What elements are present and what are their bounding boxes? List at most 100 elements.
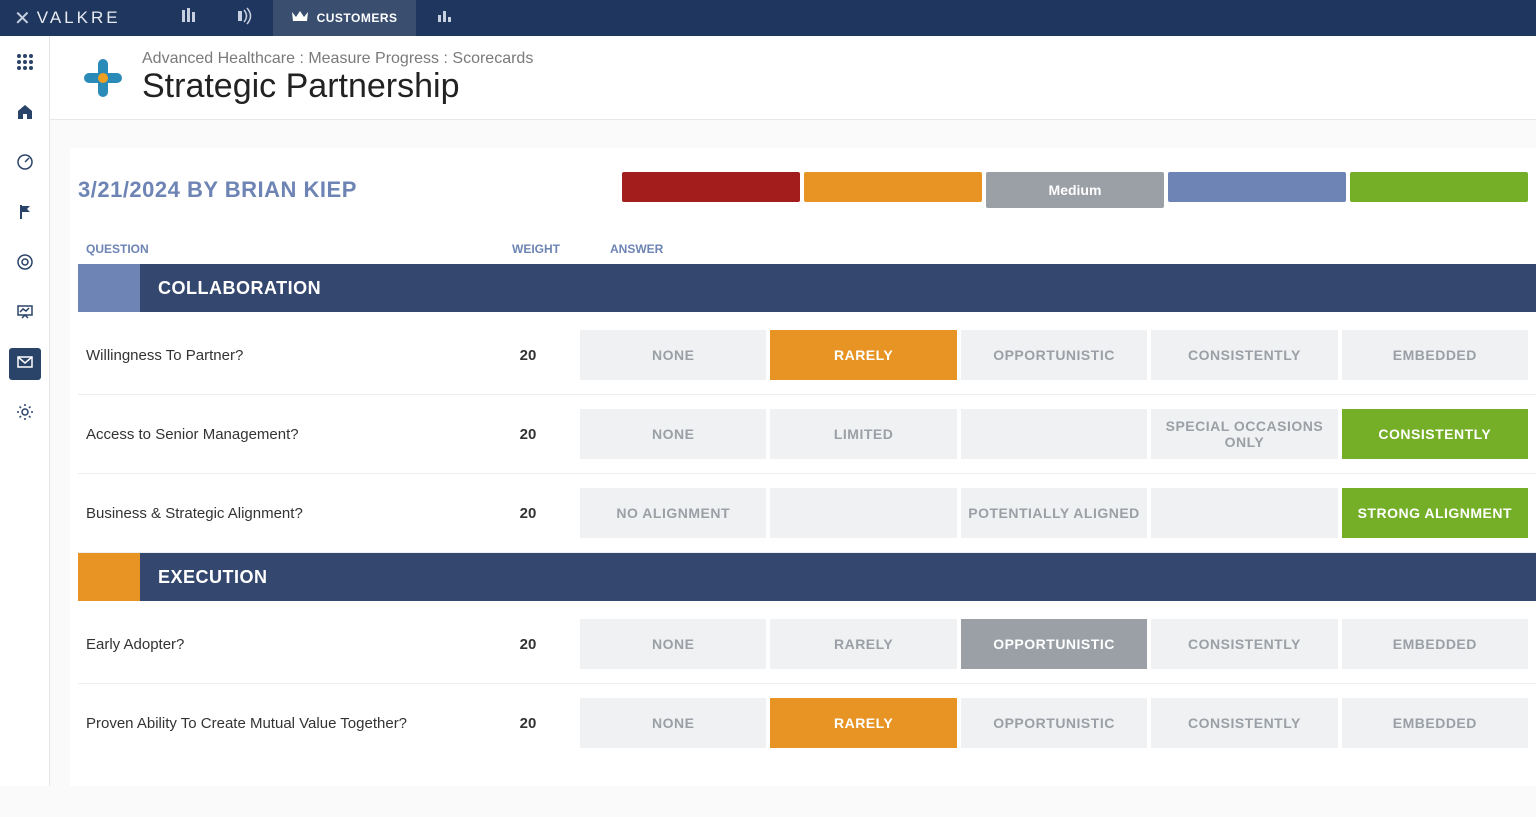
answer-option[interactable]: LIMITED: [770, 409, 956, 459]
answer-option[interactable]: OPPORTUNISTIC: [961, 698, 1147, 748]
brand-logo[interactable]: ✕ VALKRE: [14, 6, 121, 31]
section-title: EXECUTION: [140, 553, 1536, 601]
answer-option[interactable]: [770, 488, 956, 538]
nav-tab-customers[interactable]: CUSTOMERS: [273, 0, 416, 36]
gauge-icon: [16, 153, 34, 176]
answer-option[interactable]: CONSISTENTLY: [1151, 330, 1337, 380]
question-text: Business & Strategic Alignment?: [78, 505, 488, 522]
answer-option[interactable]: [1151, 488, 1337, 538]
top-nav: ✕ VALKRE CUSTOMERS: [0, 0, 1536, 36]
answer-group: NO ALIGNMENT POTENTIALLY ALIGNED STRONG AL…: [568, 488, 1536, 538]
rail-settings[interactable]: [9, 398, 41, 430]
answer-option[interactable]: EMBEDDED: [1342, 698, 1528, 748]
scale-level[interactable]: [1350, 172, 1528, 202]
answer-option[interactable]: RARELY: [770, 619, 956, 669]
rail-presentation[interactable]: [9, 298, 41, 330]
scale-level[interactable]: [622, 172, 800, 202]
scale-level[interactable]: Medium: [986, 172, 1164, 208]
answer-option[interactable]: CONSISTENTLY: [1151, 698, 1337, 748]
question-row: Business & Strategic Alignment?20NO ALIG…: [78, 474, 1536, 553]
scorecard-card: 3/21/2024 BY BRIAN KIEP Medium QUESTION …: [70, 148, 1536, 786]
section-accent: [78, 264, 140, 312]
col-weight: WEIGHT: [496, 242, 576, 256]
answer-option[interactable]: NONE: [580, 409, 766, 459]
answer-group: NONELIMITED SPECIAL OCCASIONS ONLYCONSIST…: [568, 409, 1536, 459]
answer-option[interactable]: NONE: [580, 619, 766, 669]
answer-group: NONERARELYOPPORTUNISTICCONSISTENTLYEMBED…: [568, 619, 1536, 669]
question-weight: 20: [488, 505, 568, 522]
question-text: Willingness To Partner?: [78, 347, 488, 364]
scale-level[interactable]: [804, 172, 982, 202]
question-weight: 20: [488, 426, 568, 443]
answer-option[interactable]: EMBEDDED: [1342, 330, 1528, 380]
home-icon: [16, 103, 34, 126]
rail-apps[interactable]: [9, 48, 41, 80]
brand-name: VALKRE: [37, 8, 121, 28]
question-row: Early Adopter?20NONERARELYOPPORTUNISTICC…: [78, 605, 1536, 684]
nav-icon-org[interactable]: [161, 0, 217, 36]
question-row: Willingness To Partner?20NONERARELYOPPOR…: [78, 316, 1536, 395]
section-header: EXECUTION: [78, 553, 1536, 601]
building-icon: [180, 7, 198, 30]
answer-group: NONERARELYOPPORTUNISTICCONSISTENTLYEMBED…: [568, 698, 1536, 748]
presentation-icon: [16, 303, 34, 326]
answer-option[interactable]: CONSISTENTLY: [1342, 409, 1528, 459]
crumb-0[interactable]: Advanced Healthcare: [142, 50, 295, 67]
section-accent: [78, 553, 140, 601]
answer-option[interactable]: CONSISTENTLY: [1151, 619, 1337, 669]
answer-option[interactable]: RARELY: [770, 330, 956, 380]
crumb-1[interactable]: Measure Progress: [308, 50, 439, 67]
broadcast-icon: [236, 7, 254, 30]
answer-option[interactable]: NONE: [580, 698, 766, 748]
answer-option[interactable]: SPECIAL OCCASIONS ONLY: [1151, 409, 1337, 459]
page-title: Strategic Partnership: [142, 68, 533, 105]
rail-scorecard[interactable]: [9, 348, 41, 380]
col-answer: ANSWER: [576, 242, 663, 256]
nav-icon-broadcast[interactable]: [217, 0, 273, 36]
page-header: Advanced Healthcare : Measure Progress :…: [50, 36, 1536, 120]
question-weight: 20: [488, 347, 568, 364]
col-question: QUESTION: [86, 242, 496, 256]
scorecard-body: COLLABORATIONWillingness To Partner?20NO…: [78, 264, 1536, 762]
answer-option[interactable]: RARELY: [770, 698, 956, 748]
question-text: Proven Ability To Create Mutual Value To…: [78, 715, 488, 732]
column-headers: QUESTION WEIGHT ANSWER: [78, 238, 1536, 264]
bar-chart-icon: [435, 7, 453, 30]
crown-icon: [291, 9, 309, 28]
section-title: COLLABORATION: [140, 264, 1536, 312]
answer-option[interactable]: [961, 409, 1147, 459]
logo-mark-icon: ✕: [14, 6, 31, 31]
customer-logo: [80, 55, 126, 101]
answer-option[interactable]: STRONG ALIGNMENT: [1342, 488, 1528, 538]
question-row: Access to Senior Management?20NONELIMITE…: [78, 395, 1536, 474]
rail-home[interactable]: [9, 98, 41, 130]
question-text: Early Adopter?: [78, 636, 488, 653]
side-rail: [0, 36, 50, 786]
grid-icon: [16, 53, 34, 76]
flag-icon: [16, 203, 34, 226]
answer-option[interactable]: OPPORTUNISTIC: [961, 619, 1147, 669]
question-weight: 20: [488, 636, 568, 653]
question-text: Access to Senior Management?: [78, 426, 488, 443]
rail-target[interactable]: [9, 248, 41, 280]
target-icon: [16, 253, 34, 276]
answer-option[interactable]: NO ALIGNMENT: [580, 488, 766, 538]
rail-flag[interactable]: [9, 198, 41, 230]
byline: 3/21/2024 BY BRIAN KIEP: [78, 177, 357, 203]
section-header: COLLABORATION: [78, 264, 1536, 312]
crumb-2[interactable]: Scorecards: [452, 50, 533, 67]
answer-option[interactable]: EMBEDDED: [1342, 619, 1528, 669]
mail-icon: [16, 353, 34, 376]
tab-label: CUSTOMERS: [317, 11, 398, 25]
question-weight: 20: [488, 715, 568, 732]
nav-icon-analytics[interactable]: [416, 0, 472, 36]
scale-level[interactable]: [1168, 172, 1346, 202]
scale-legend: Medium: [622, 172, 1536, 208]
rail-gauge[interactable]: [9, 148, 41, 180]
answer-option[interactable]: POTENTIALLY ALIGNED: [961, 488, 1147, 538]
question-row: Proven Ability To Create Mutual Value To…: [78, 684, 1536, 762]
breadcrumb[interactable]: Advanced Healthcare : Measure Progress :…: [142, 50, 533, 68]
answer-option[interactable]: OPPORTUNISTIC: [961, 330, 1147, 380]
answer-group: NONERARELYOPPORTUNISTICCONSISTENTLYEMBED…: [568, 330, 1536, 380]
answer-option[interactable]: NONE: [580, 330, 766, 380]
